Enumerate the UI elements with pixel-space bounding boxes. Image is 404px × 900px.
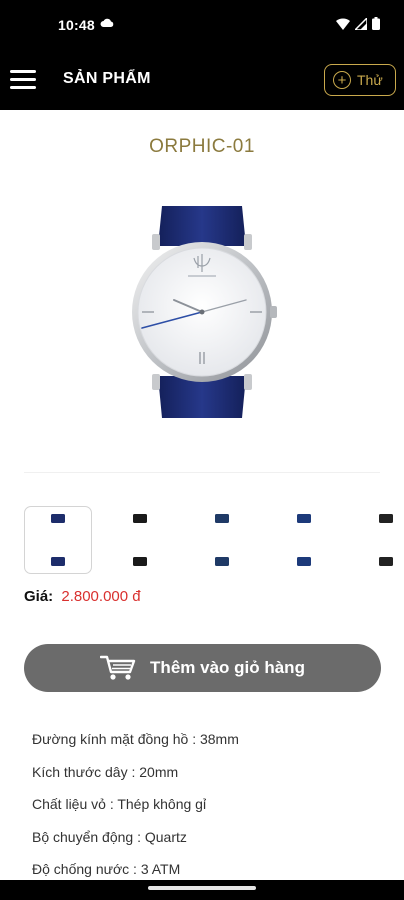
- watch-thumbnail-image: [215, 514, 229, 566]
- thumbnail-strip: [24, 506, 404, 574]
- page-title: SẢN PHẨM: [63, 70, 151, 87]
- add-to-cart-label: Thêm vào giỏ hàng: [150, 658, 305, 677]
- status-bar: 10:48: [0, 0, 404, 52]
- watch-thumbnail-image: [51, 514, 65, 566]
- product-thumbnail[interactable]: [24, 506, 92, 574]
- spec-item: Kích thước dây : 20mm: [32, 763, 179, 780]
- menu-icon[interactable]: [10, 70, 36, 90]
- product-thumbnail[interactable]: [106, 506, 174, 574]
- price-row: Giá: 2.800.000 đ: [24, 588, 141, 605]
- watch-thumbnail-image: [133, 514, 147, 566]
- watch-thumbnail-image: [297, 514, 311, 566]
- try-on-label: Thử: [357, 72, 383, 88]
- price-value: 2.800.000 đ: [61, 588, 141, 605]
- wifi-icon: [336, 17, 350, 30]
- home-gesture-handle[interactable]: [148, 886, 256, 890]
- battery-icon: [372, 17, 380, 30]
- plus-circle-icon: +: [333, 71, 351, 89]
- price-label: Giá:: [24, 588, 54, 605]
- app-bar: SẢN PHẨM + Thử: [0, 52, 404, 110]
- spec-item: Chất liệu vỏ : Thép không gỉ: [32, 796, 207, 812]
- product-thumbnail[interactable]: [270, 506, 338, 574]
- status-time: 10:48: [58, 17, 95, 33]
- product-thumbnail[interactable]: [352, 506, 404, 574]
- spec-list: Đường kính mặt đồng hồ : 38mm Kích thước…: [32, 730, 392, 893]
- spec-item: Bộ chuyển động : Quartz: [32, 828, 187, 845]
- signal-icon: [355, 17, 367, 30]
- cloud-icon: [100, 18, 114, 27]
- cart-icon: [100, 655, 136, 680]
- product-thumbnail[interactable]: [188, 506, 256, 574]
- product-main-image[interactable]: [118, 206, 286, 420]
- add-to-cart-button[interactable]: Thêm vào giỏ hàng: [24, 644, 381, 692]
- product-detail: ORPHIC-01 Giá: 2.800.000 đ Thêm vào giỏ …: [0, 110, 404, 880]
- watch-thumbnail-image: [379, 514, 393, 566]
- system-nav-bar: [0, 880, 404, 900]
- spec-item: Đường kính mặt đồng hồ : 38mm: [32, 731, 239, 747]
- product-name: ORPHIC-01: [149, 136, 255, 157]
- status-icons: [336, 17, 380, 30]
- try-on-button[interactable]: + Thử: [324, 64, 396, 96]
- divider: [24, 472, 380, 473]
